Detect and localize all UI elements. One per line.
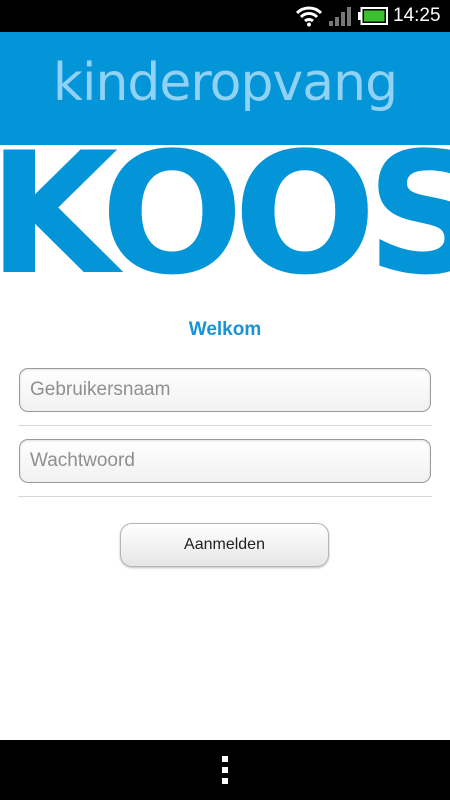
- status-clock: 14:25: [393, 5, 441, 26]
- wifi-icon: [296, 6, 322, 27]
- login-button[interactable]: Aanmelden: [120, 523, 329, 567]
- status-bar: 14:25: [0, 0, 450, 32]
- battery-icon: [358, 7, 388, 25]
- username-input[interactable]: [20, 369, 430, 411]
- username-field[interactable]: [19, 368, 431, 412]
- welcome-heading: Welkom: [188, 319, 262, 340]
- divider: [18, 496, 432, 497]
- koos-logo: KOOS: [0, 145, 450, 285]
- menu-icon[interactable]: [217, 756, 233, 784]
- logo-text: KOOS: [0, 145, 450, 285]
- brand-title: kinderopvang: [52, 53, 398, 113]
- divider: [18, 425, 432, 426]
- navigation-bar: [0, 740, 450, 800]
- password-field[interactable]: [19, 439, 431, 483]
- signal-icon: [329, 7, 351, 26]
- brand-banner: kinderopvang: [0, 32, 450, 145]
- password-input[interactable]: [20, 440, 430, 482]
